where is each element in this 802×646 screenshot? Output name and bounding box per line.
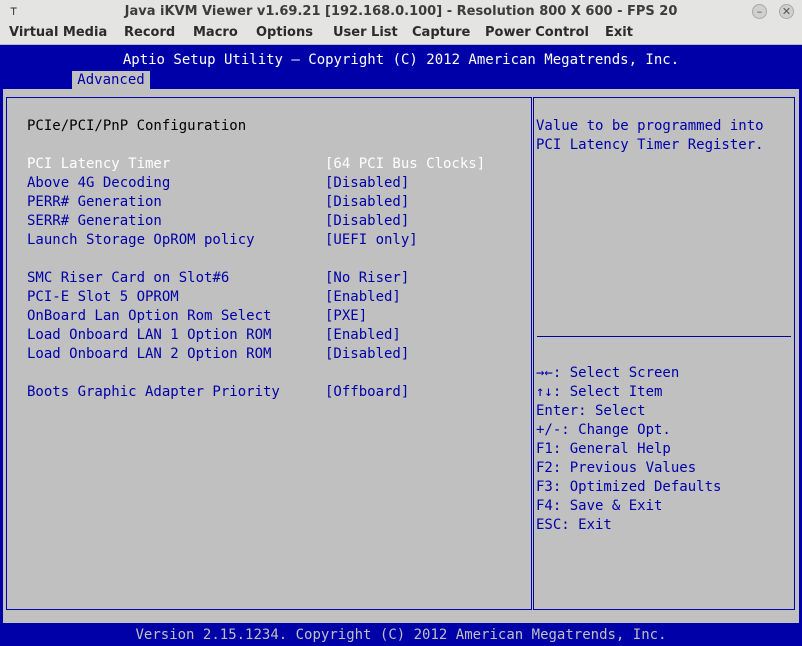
help-text-line: PCI Latency Timer Register. <box>536 137 764 153</box>
bios-screen[interactable]: Aptio Setup Utility – Copyright (C) 2012… <box>0 45 802 646</box>
setting-value-perr-generation[interactable]: [Disabled] <box>325 193 409 212</box>
help-text-line: Value to be programmed into <box>536 118 764 134</box>
bios-header: Aptio Setup Utility – Copyright (C) 2012… <box>0 45 802 90</box>
bios-footer: Version 2.15.1234. Copyright (C) 2012 Am… <box>0 623 802 646</box>
setting-label-above-4g-decoding[interactable]: Above 4G Decoding <box>27 174 170 193</box>
setting-value-onboard-lan-option-rom[interactable]: [PXE] <box>325 307 367 326</box>
setting-value-pcie-slot5-oprom[interactable]: [Enabled] <box>325 288 401 307</box>
key-hint-select-screen: →←: Select Screen <box>536 365 680 381</box>
setting-label-smc-riser-card[interactable]: SMC Riser Card on Slot#6 <box>27 269 229 288</box>
setting-label-pci-latency-timer[interactable]: PCI Latency Timer <box>27 155 170 174</box>
key-hint-previous-values: F2: Previous Values <box>536 460 697 476</box>
window-titlebar[interactable]: ⊤ Java iKVM Viewer v1.69.21 [192.168.0.1… <box>0 0 802 25</box>
setting-label-serr-generation[interactable]: SERR# Generation <box>27 212 162 231</box>
setting-value-serr-generation[interactable]: [Disabled] <box>325 212 409 231</box>
setting-label-load-lan1-option-rom[interactable]: Load Onboard LAN 1 Option ROM <box>27 326 271 345</box>
key-hint-esc-exit: ESC: Exit <box>536 517 612 533</box>
menu-user-list[interactable]: User List <box>333 25 398 40</box>
setting-value-launch-storage-oprom[interactable]: [UEFI only] <box>325 231 418 250</box>
key-hint-optimized-defaults: F3: Optimized Defaults <box>536 479 722 495</box>
setting-value-smc-riser-card[interactable]: [No Riser] <box>325 269 409 288</box>
key-hint-general-help: F1: General Help <box>536 441 671 457</box>
setting-value-load-lan1-option-rom[interactable]: [Enabled] <box>325 326 401 345</box>
setting-value-pci-latency-timer[interactable]: [64 PCI Bus Clocks] <box>325 155 485 174</box>
setting-label-launch-storage-oprom[interactable]: Launch Storage OpROM policy <box>27 231 255 250</box>
setting-value-above-4g-decoding[interactable]: [Disabled] <box>325 174 409 193</box>
setting-label-perr-generation[interactable]: PERR# Generation <box>27 193 162 212</box>
menu-macro[interactable]: Macro <box>193 25 238 40</box>
key-hint-change-opt: +/-: Change Opt. <box>536 422 671 438</box>
close-button[interactable]: ✕ <box>779 4 794 19</box>
window-title: Java iKVM Viewer v1.69.21 [192.168.0.100… <box>124 4 678 19</box>
setting-label-boots-graphic-adapter[interactable]: Boots Graphic Adapter Priority <box>27 383 280 402</box>
menu-power-control[interactable]: Power Control <box>485 25 589 40</box>
setting-value-load-lan2-option-rom[interactable]: [Disabled] <box>325 345 409 364</box>
menu-virtual-media[interactable]: Virtual Media <box>9 25 107 40</box>
menu-options[interactable]: Options <box>256 25 313 40</box>
bios-content: PCIe/PCI/PnP Configuration PCI Latency T… <box>3 89 799 623</box>
key-hint-select-item: ↑↓: Select Item <box>536 384 663 400</box>
setting-value-boots-graphic-adapter[interactable]: [Offboard] <box>325 383 409 402</box>
help-divider <box>537 336 791 337</box>
menu-record[interactable]: Record <box>124 25 175 40</box>
setting-label-onboard-lan-option-rom[interactable]: OnBoard Lan Option Rom Select <box>27 307 271 326</box>
key-hint-enter: Enter: Select <box>536 403 646 419</box>
section-title: PCIe/PCI/PnP Configuration <box>27 118 247 134</box>
menu-exit[interactable]: Exit <box>605 25 633 40</box>
bios-footer-text: Version 2.15.1234. Copyright (C) 2012 Am… <box>135 627 667 643</box>
tab-advanced[interactable]: Advanced <box>72 71 150 90</box>
setting-label-pcie-slot5-oprom[interactable]: PCI-E Slot 5 OPROM <box>27 288 179 307</box>
minimize-button[interactable]: – <box>752 4 767 19</box>
bios-header-title: Aptio Setup Utility – Copyright (C) 2012… <box>122 52 680 68</box>
menu-capture[interactable]: Capture <box>412 25 470 40</box>
help-panel: Value to be programmed into PCI Latency … <box>533 97 795 610</box>
menu-bar: Virtual Media Record Macro Options User … <box>0 24 802 45</box>
key-hint-save-exit: F4: Save & Exit <box>536 498 663 514</box>
settings-panel: PCIe/PCI/PnP Configuration PCI Latency T… <box>6 97 532 610</box>
setting-label-load-lan2-option-rom[interactable]: Load Onboard LAN 2 Option ROM <box>27 345 271 364</box>
